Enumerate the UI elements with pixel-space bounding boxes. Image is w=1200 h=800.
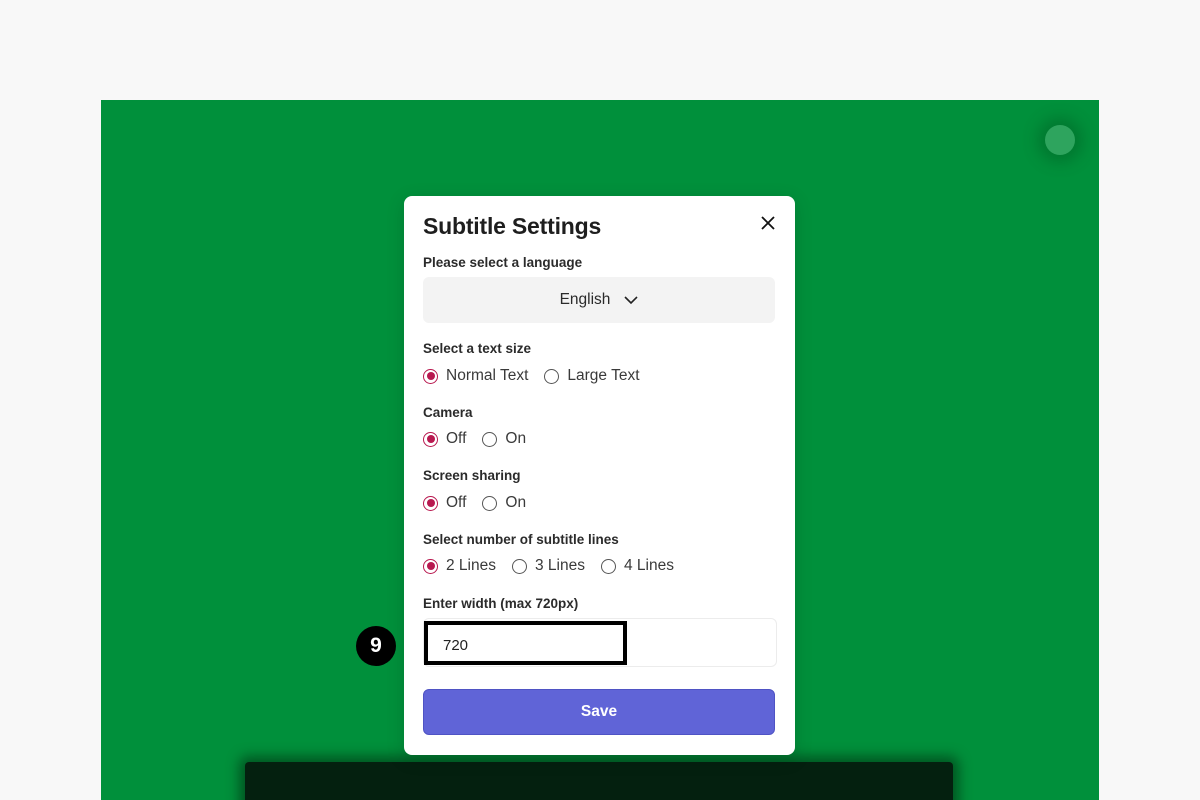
radio-button[interactable] (511, 558, 527, 574)
radio-camera-on[interactable]: On (482, 430, 526, 448)
language-label: Please select a language (423, 255, 583, 270)
close-icon (761, 216, 775, 230)
stage-control-icon[interactable] (1045, 125, 1075, 155)
language-selected-value: English (559, 291, 611, 308)
radio-button[interactable] (544, 368, 560, 384)
subtitle-lines-radio-group: 2 Lines 3 Lines 4 Lines (423, 557, 690, 575)
radio-normal-text[interactable]: Normal Text (423, 367, 528, 385)
camera-radio-group: Off On (423, 430, 542, 448)
radio-button[interactable] (423, 558, 438, 574)
radio-camera-off[interactable]: Off (423, 430, 466, 448)
chevron-down-icon (624, 295, 638, 304)
radio-3-lines[interactable]: 3 Lines (511, 557, 585, 575)
width-field (423, 618, 777, 667)
radio-large-text[interactable]: Large Text (544, 367, 640, 385)
modal-title: Subtitle Settings (423, 213, 602, 239)
screen-sharing-radio-group: Off On (423, 494, 542, 512)
screen-sharing-label: Screen sharing (423, 468, 521, 483)
camera-label: Camera (423, 405, 473, 420)
radio-button[interactable] (482, 431, 498, 447)
radio-screen-sharing-off[interactable]: Off (423, 494, 466, 512)
radio-4-lines[interactable]: 4 Lines (600, 557, 674, 575)
language-select[interactable]: English (423, 277, 775, 323)
text-size-label: Select a text size (423, 341, 532, 356)
width-input[interactable] (441, 636, 615, 655)
radio-button[interactable] (600, 558, 616, 574)
radio-button[interactable] (423, 368, 438, 384)
step-badge: 9 (356, 626, 396, 666)
save-button[interactable]: Save (423, 689, 775, 735)
subtitle-settings-modal: Subtitle Settings Please select a langua… (404, 196, 795, 755)
subtitle-bar (245, 762, 953, 800)
width-label: Enter width (max 720px) (423, 596, 579, 611)
text-size-radio-group: Normal Text Large Text (423, 367, 656, 385)
radio-2-lines[interactable]: 2 Lines (423, 557, 496, 575)
radio-button[interactable] (482, 495, 498, 511)
subtitle-lines-label: Select number of subtitle lines (423, 532, 619, 547)
radio-button[interactable] (423, 431, 438, 447)
width-input-highlight (424, 621, 627, 665)
close-button[interactable] (756, 211, 780, 235)
radio-screen-sharing-on[interactable]: On (482, 494, 526, 512)
radio-button[interactable] (423, 495, 438, 511)
